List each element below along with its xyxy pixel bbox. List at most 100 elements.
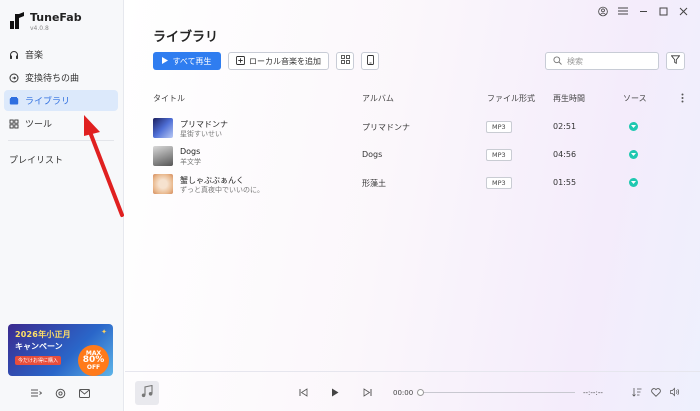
badge-bot: OFF: [86, 364, 101, 371]
progress-track[interactable]: [421, 392, 575, 393]
current-time: 00:00: [393, 389, 414, 397]
add-local-label: ローカル音楽を追加: [249, 56, 321, 66]
col-duration[interactable]: 再生時間: [553, 93, 585, 104]
window-controls: [598, 6, 688, 16]
grid-icon: [340, 55, 350, 67]
sidebar-item-tools[interactable]: ツール: [4, 113, 118, 134]
minimize-icon[interactable]: [638, 6, 648, 16]
sidebar-item-label: ツール: [25, 120, 53, 130]
play-all-button[interactable]: すべて再生: [153, 52, 221, 70]
album-art: [153, 174, 173, 194]
grid-view-button[interactable]: [336, 52, 354, 70]
sidebar-item-label: ライブラリ: [25, 97, 71, 107]
queue-menu-icon[interactable]: [30, 387, 42, 399]
col-format[interactable]: ファイル形式: [487, 93, 535, 104]
format-badge: MP3: [486, 121, 512, 133]
music-note-icon: [141, 384, 153, 401]
next-icon[interactable]: [362, 387, 372, 397]
device-button[interactable]: [361, 52, 379, 70]
close-icon[interactable]: [678, 6, 688, 16]
sidebar: TuneFab v4.0.8 音楽 変換待ちの曲 ライブラリ ツール プレイリス…: [0, 0, 124, 411]
filter-button[interactable]: [666, 52, 685, 70]
now-playing-cover: [135, 381, 159, 405]
player-extra-controls: [632, 387, 680, 397]
menu-icon[interactable]: [618, 6, 628, 16]
volume-icon[interactable]: [670, 387, 680, 397]
add-local-music-button[interactable]: ローカル音楽を追加: [228, 52, 329, 70]
table-header: タイトル アルバム ファイル形式 再生時間 ソース: [153, 93, 688, 105]
headphones-icon: [9, 50, 19, 60]
sidebar-item-playlist[interactable]: プレイリスト: [4, 153, 118, 166]
heart-icon[interactable]: [651, 387, 661, 397]
col-album[interactable]: アルバム: [362, 93, 394, 104]
track-duration: 04:56: [553, 150, 577, 159]
search-input[interactable]: 検索: [545, 52, 659, 70]
track-album: 形藻土: [362, 179, 386, 188]
progress-knob[interactable]: [417, 389, 424, 396]
format-badge: MP3: [486, 177, 512, 189]
search-placeholder: 検索: [567, 56, 583, 66]
total-time: --:--:--: [583, 389, 603, 397]
banner-cta: 今だけお得に購入: [15, 356, 62, 365]
library-toolbar: すべて再生 ローカル音楽を追加: [153, 52, 379, 70]
track-album: プリマドンナ: [362, 123, 410, 132]
format-badge: MP3: [486, 149, 512, 161]
previous-icon[interactable]: [298, 387, 308, 397]
add-file-icon: [236, 55, 245, 67]
sidebar-item-library[interactable]: ライブラリ: [4, 90, 118, 111]
tools-icon: [9, 119, 19, 129]
library-icon: [9, 96, 19, 106]
playlist-order-icon[interactable]: [632, 387, 642, 397]
track-artist: 星街すいせい: [180, 130, 222, 138]
sparkle-icon: ✦: [101, 328, 107, 336]
sidebar-item-converting[interactable]: 変換待ちの曲: [4, 67, 118, 88]
main-panel: ライブラリ すべて再生 ローカル音楽を追加 検索 タイトル アルバム ファイル形…: [125, 0, 700, 411]
play-all-label: すべて再生: [172, 56, 212, 66]
album-art: [153, 118, 173, 138]
play-icon[interactable]: [330, 387, 340, 397]
banner-line1: 2026年小正月: [15, 330, 71, 339]
col-source[interactable]: ソース: [623, 93, 647, 104]
discount-badge: MAX 80% OFF: [78, 345, 109, 376]
track-title: Dogs: [180, 147, 201, 156]
sidebar-item-label: 音楽: [25, 51, 44, 61]
promo-banner[interactable]: 2026年小正月 キャンペーン 今だけお得に購入 ✦ MAX 80% OFF: [8, 324, 113, 376]
sidebar-divider: [8, 140, 114, 141]
more-vertical-icon[interactable]: [681, 93, 684, 105]
filter-icon: [670, 55, 681, 67]
app-version: v4.0.8: [30, 25, 49, 32]
sidebar-nav: 音楽 変換待ちの曲 ライブラリ ツール プレイリスト: [4, 44, 118, 166]
badge-mid: 80%: [82, 355, 105, 365]
source-icon: [629, 178, 638, 187]
search-icon: [553, 55, 562, 67]
sidebar-bottom-tools: [30, 387, 90, 399]
mail-icon[interactable]: [78, 387, 90, 399]
table-row[interactable]: プリマドンナ 星街すいせい プリマドンナ MP3 02:51: [153, 118, 688, 142]
table-row[interactable]: 蟹しゃぶぶぁんく ずっと真夜中でいいのに。 形藻土 MP3 01:55: [153, 174, 688, 198]
track-album: Dogs: [362, 150, 383, 159]
album-art: [153, 146, 173, 166]
account-icon[interactable]: [598, 6, 608, 16]
track-artist: 羊文学: [180, 158, 201, 166]
table-row[interactable]: Dogs 羊文学 Dogs MP3 04:56: [153, 146, 688, 170]
playback-controls: [298, 387, 372, 397]
track-duration: 02:51: [553, 122, 577, 131]
track-artist: ずっと真夜中でいいのに。: [180, 186, 264, 194]
tunefab-logo-icon: [10, 12, 24, 30]
sidebar-item-music[interactable]: 音楽: [4, 44, 118, 65]
settings-icon[interactable]: [54, 387, 66, 399]
play-icon: [162, 56, 169, 66]
convert-icon: [9, 73, 19, 83]
track-duration: 01:55: [553, 178, 577, 187]
source-icon: [629, 122, 638, 131]
player-bar: 00:00 --:--:--: [125, 371, 700, 411]
col-title[interactable]: タイトル: [153, 93, 185, 104]
maximize-icon[interactable]: [658, 6, 668, 16]
sidebar-item-label: 変換待ちの曲: [25, 74, 80, 84]
app-name: TuneFab: [30, 11, 82, 24]
banner-line2: キャンペーン: [15, 342, 63, 351]
phone-icon: [366, 54, 374, 68]
brand: TuneFab v4.0.8: [10, 12, 82, 33]
page-title: ライブラリ: [153, 30, 219, 45]
source-icon: [629, 150, 638, 159]
